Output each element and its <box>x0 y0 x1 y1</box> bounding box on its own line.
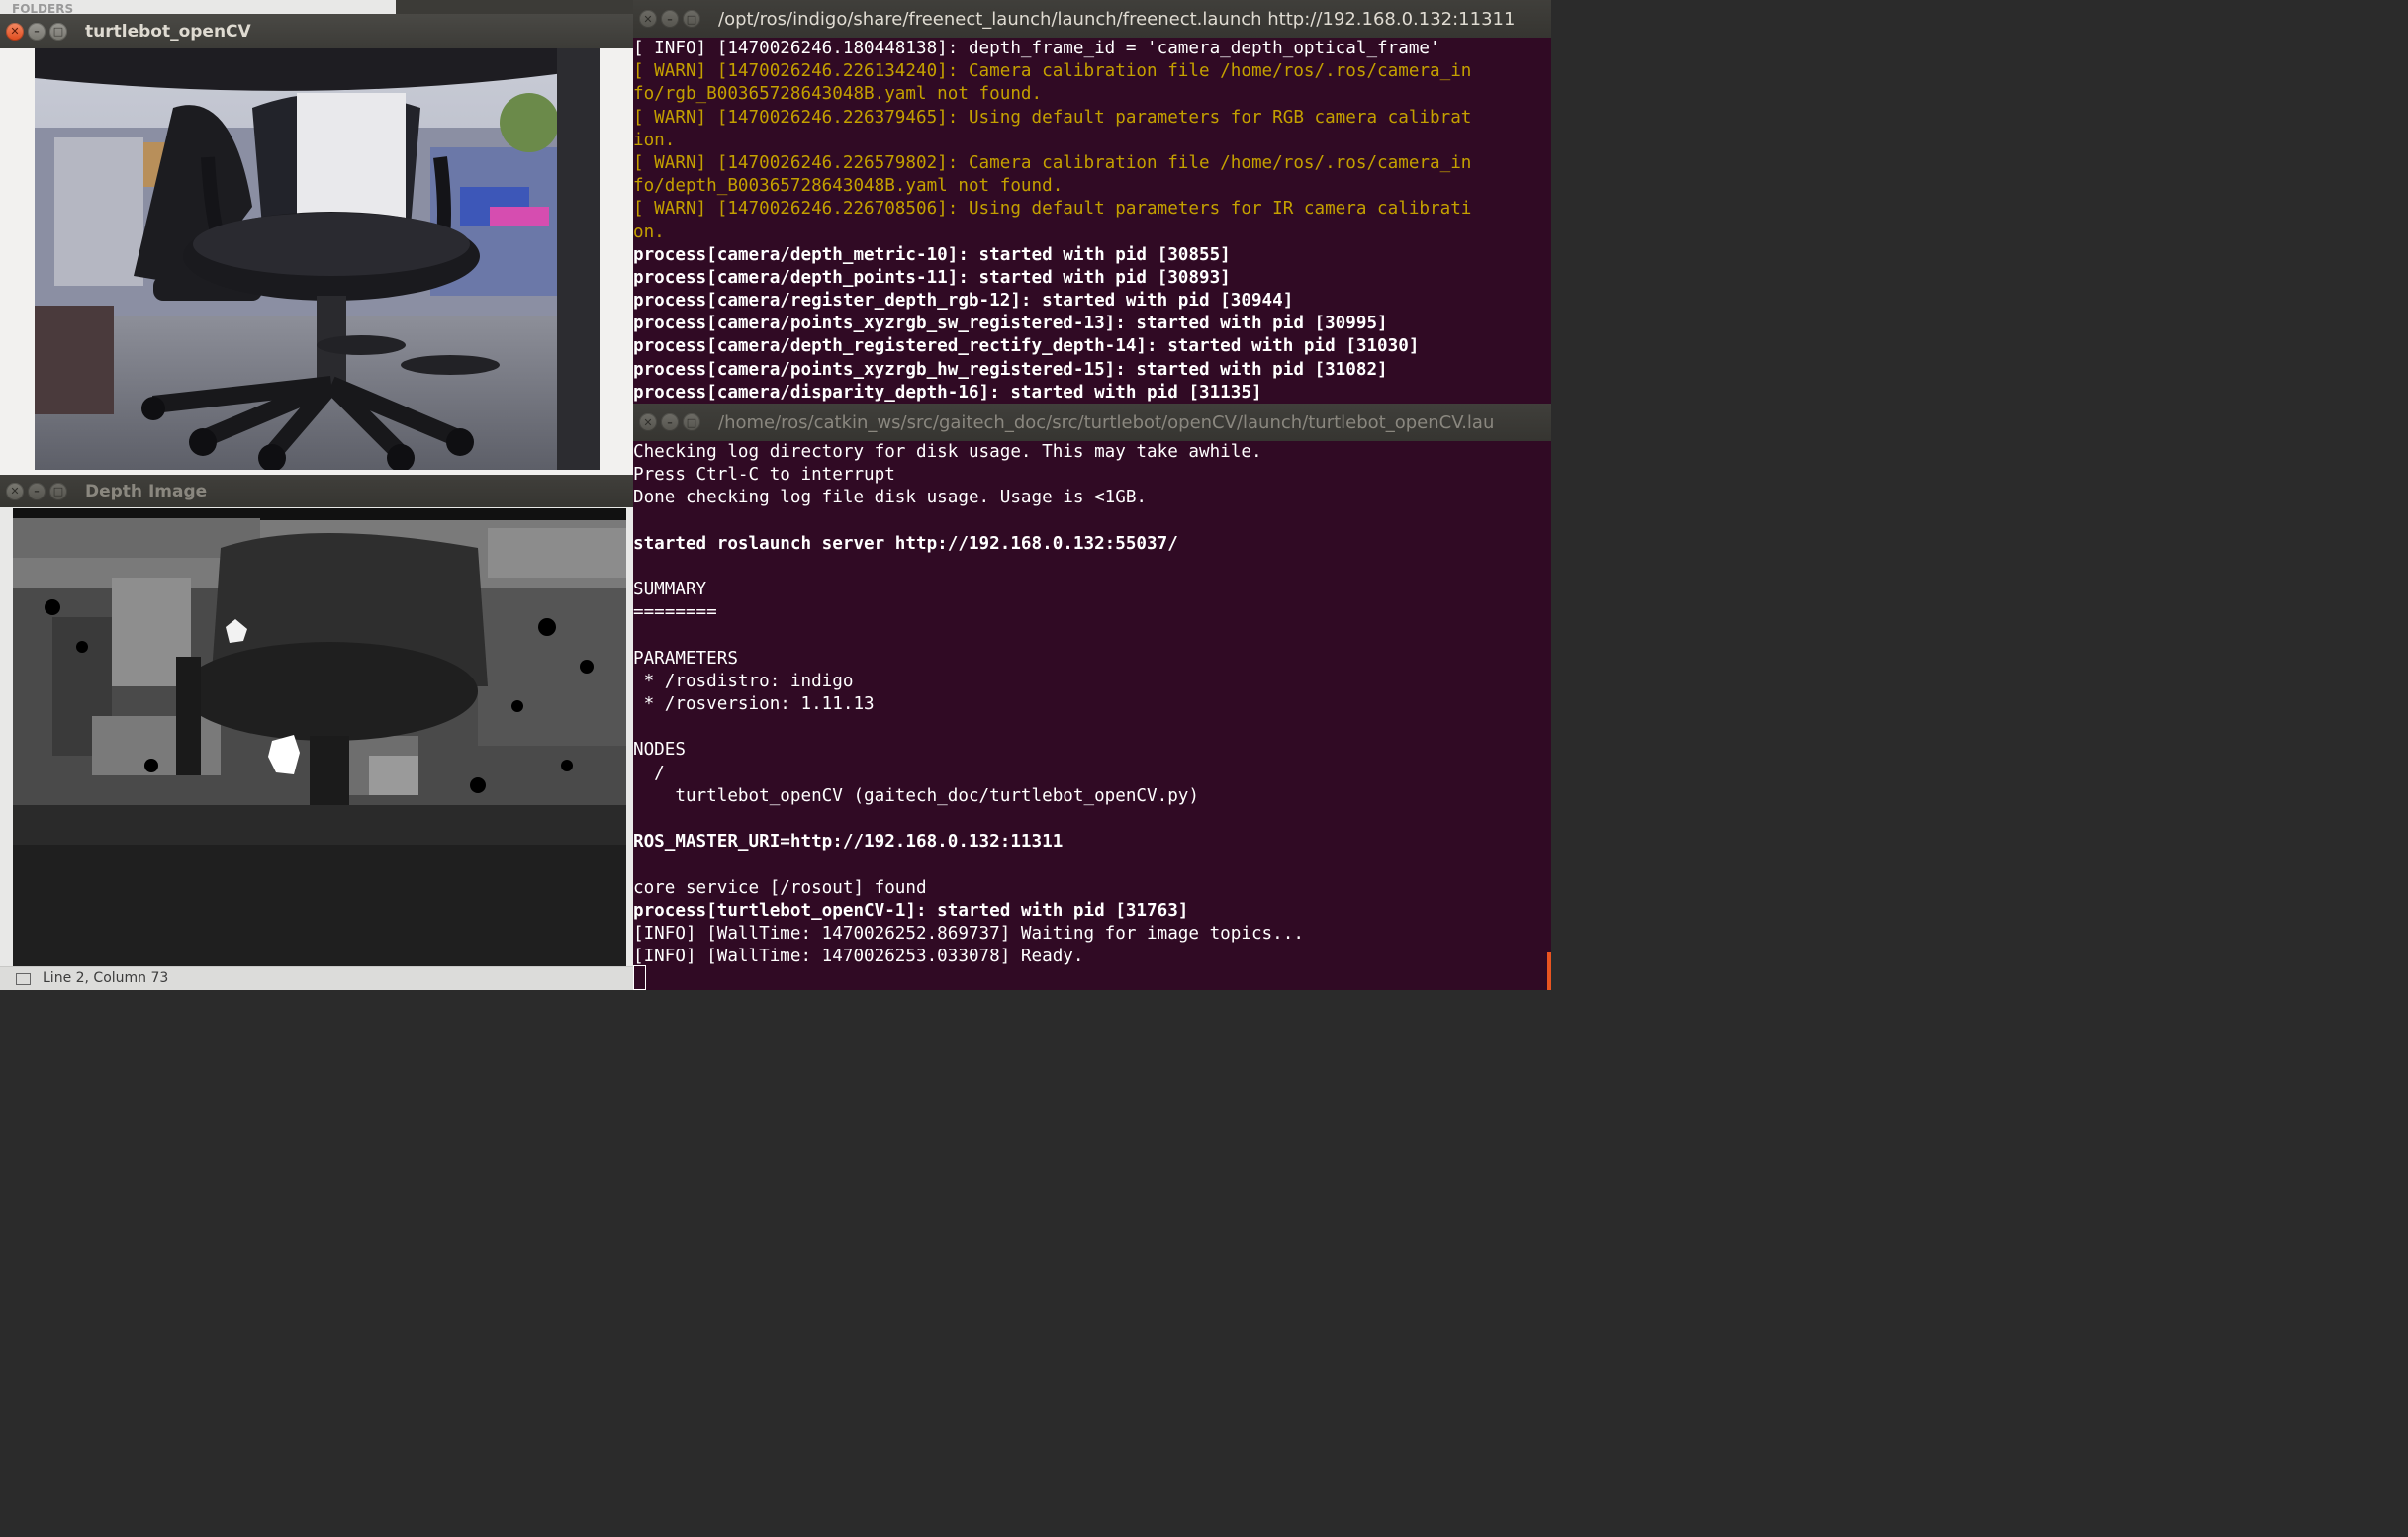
terminal-line: ======== <box>633 602 717 623</box>
camera-window: ✕ – □ turtlebot_openCV <box>0 14 633 475</box>
terminal-line: turtlebot_openCV (gaitech_doc/turtlebot_… <box>633 785 1199 806</box>
terminal-line: [ WARN] [1470026246.226708506]: Using de… <box>633 199 1472 220</box>
maximize-icon[interactable]: □ <box>683 413 700 431</box>
terminal-line: [ WARN] [1470026246.226134240]: Camera c… <box>633 61 1472 82</box>
close-icon[interactable]: ✕ <box>639 10 657 28</box>
camera-window-title: turtlebot_openCV <box>85 21 251 42</box>
terminal2-output[interactable]: Checking log directory for disk usage. T… <box>633 441 1551 990</box>
depth-window-titlebar[interactable]: ✕ – □ Depth Image <box>0 475 639 507</box>
maximize-icon[interactable]: □ <box>49 22 67 41</box>
terminal-line: * /rosversion: 1.11.13 <box>633 694 875 715</box>
terminal-line: [INFO] [WallTime: 1470026252.869737] Wai… <box>633 923 1304 944</box>
terminal1-title: /opt/ros/indigo/share/freenect_launch/la… <box>718 8 1516 30</box>
terminal-line: process[camera/depth_metric-10]: started… <box>633 244 1231 265</box>
background-window-edge <box>396 0 633 14</box>
folders-label: FOLDERS <box>12 2 74 14</box>
close-icon[interactable]: ✕ <box>6 482 24 500</box>
terminal-line: fo/depth_B00365728643048B.yaml not found… <box>633 176 1064 197</box>
terminal-line: process[turtlebot_openCV-1]: started wit… <box>633 900 1189 921</box>
minimize-icon[interactable]: – <box>28 22 46 41</box>
terminal-line: core service [/rosout] found <box>633 877 927 898</box>
terminal-line: / <box>633 763 665 783</box>
terminal1-output[interactable]: [ INFO] [1470026246.180448138]: depth_fr… <box>633 38 1551 404</box>
terminal-line: on. <box>633 222 665 242</box>
minimize-icon[interactable]: – <box>28 482 46 500</box>
terminal-line: process[camera/register_depth_rgb-12]: s… <box>633 291 1294 312</box>
depth-window-title: Depth Image <box>85 481 208 501</box>
camera-window-titlebar[interactable]: ✕ – □ turtlebot_openCV <box>0 14 633 48</box>
minimize-icon[interactable]: – <box>661 10 679 28</box>
close-icon[interactable]: ✕ <box>639 413 657 431</box>
terminal-line: process[camera/disparity_depth-16]: star… <box>633 382 1262 403</box>
terminal-line: process[camera/depth_points-11]: started… <box>633 267 1231 288</box>
terminal-cursor <box>633 965 646 990</box>
terminal-line: started roslaunch server http://192.168.… <box>633 533 1178 554</box>
terminal1-titlebar[interactable]: ✕ – □ /opt/ros/indigo/share/freenect_lau… <box>633 0 1551 38</box>
depth-image-window: ✕ – □ Depth Image Line 2, Column 73 <box>0 475 639 990</box>
terminal-line: [INFO] [WallTime: 1470026253.033078] Rea… <box>633 947 1084 967</box>
terminal-line: [ WARN] [1470026246.226579802]: Camera c… <box>633 152 1472 173</box>
terminal-window-freenect: ✕ – □ /opt/ros/indigo/share/freenect_lau… <box>633 0 1551 404</box>
terminal-line: process[camera/points_xyzrgb_sw_register… <box>633 314 1388 334</box>
minimize-icon[interactable]: – <box>661 413 679 431</box>
terminal-line: [ INFO] [1470026246.180448138]: depth_fr… <box>633 39 1440 58</box>
terminal2-titlebar[interactable]: ✕ – □ /home/ros/catkin_ws/src/gaitech_do… <box>633 404 1551 441</box>
maximize-icon[interactable]: □ <box>683 10 700 28</box>
terminal-line: Done checking log file disk usage. Usage… <box>633 488 1148 508</box>
panel-icon[interactable] <box>16 973 31 985</box>
terminal-line: process[camera/depth_registered_rectify_… <box>633 336 1420 357</box>
terminal-line: PARAMETERS <box>633 648 738 669</box>
terminal-line: Checking log directory for disk usage. T… <box>633 442 1262 462</box>
maximize-icon[interactable]: □ <box>49 482 67 500</box>
scroll-indicator[interactable] <box>1547 952 1551 990</box>
status-text: Line 2, Column 73 <box>43 970 169 986</box>
terminal-window-turtlebot: ✕ – □ /home/ros/catkin_ws/src/gaitech_do… <box>633 404 1551 990</box>
terminal-line: process[camera/points_xyzrgb_hw_register… <box>633 359 1388 380</box>
terminal-line: SUMMARY <box>633 580 707 600</box>
status-bar: Line 2, Column 73 <box>0 966 639 990</box>
terminal-line: * /rosdistro: indigo <box>633 671 854 691</box>
terminal2-title: /home/ros/catkin_ws/src/gaitech_doc/src/… <box>718 411 1495 433</box>
close-icon[interactable]: ✕ <box>6 22 24 41</box>
terminal-line: NODES <box>633 740 686 761</box>
terminal-line: fo/rgb_B00365728643048B.yaml not found. <box>633 84 1043 105</box>
rgb-camera-image <box>35 48 600 470</box>
terminal-line: ion. <box>633 130 676 150</box>
background-folders-strip: FOLDERS <box>0 0 396 14</box>
terminal-line: ROS_MASTER_URI=http://192.168.0.132:1131… <box>633 832 1064 853</box>
depth-image <box>13 508 626 967</box>
terminal-line: Press Ctrl-C to interrupt <box>633 465 895 486</box>
terminal-line: [ WARN] [1470026246.226379465]: Using de… <box>633 107 1472 128</box>
